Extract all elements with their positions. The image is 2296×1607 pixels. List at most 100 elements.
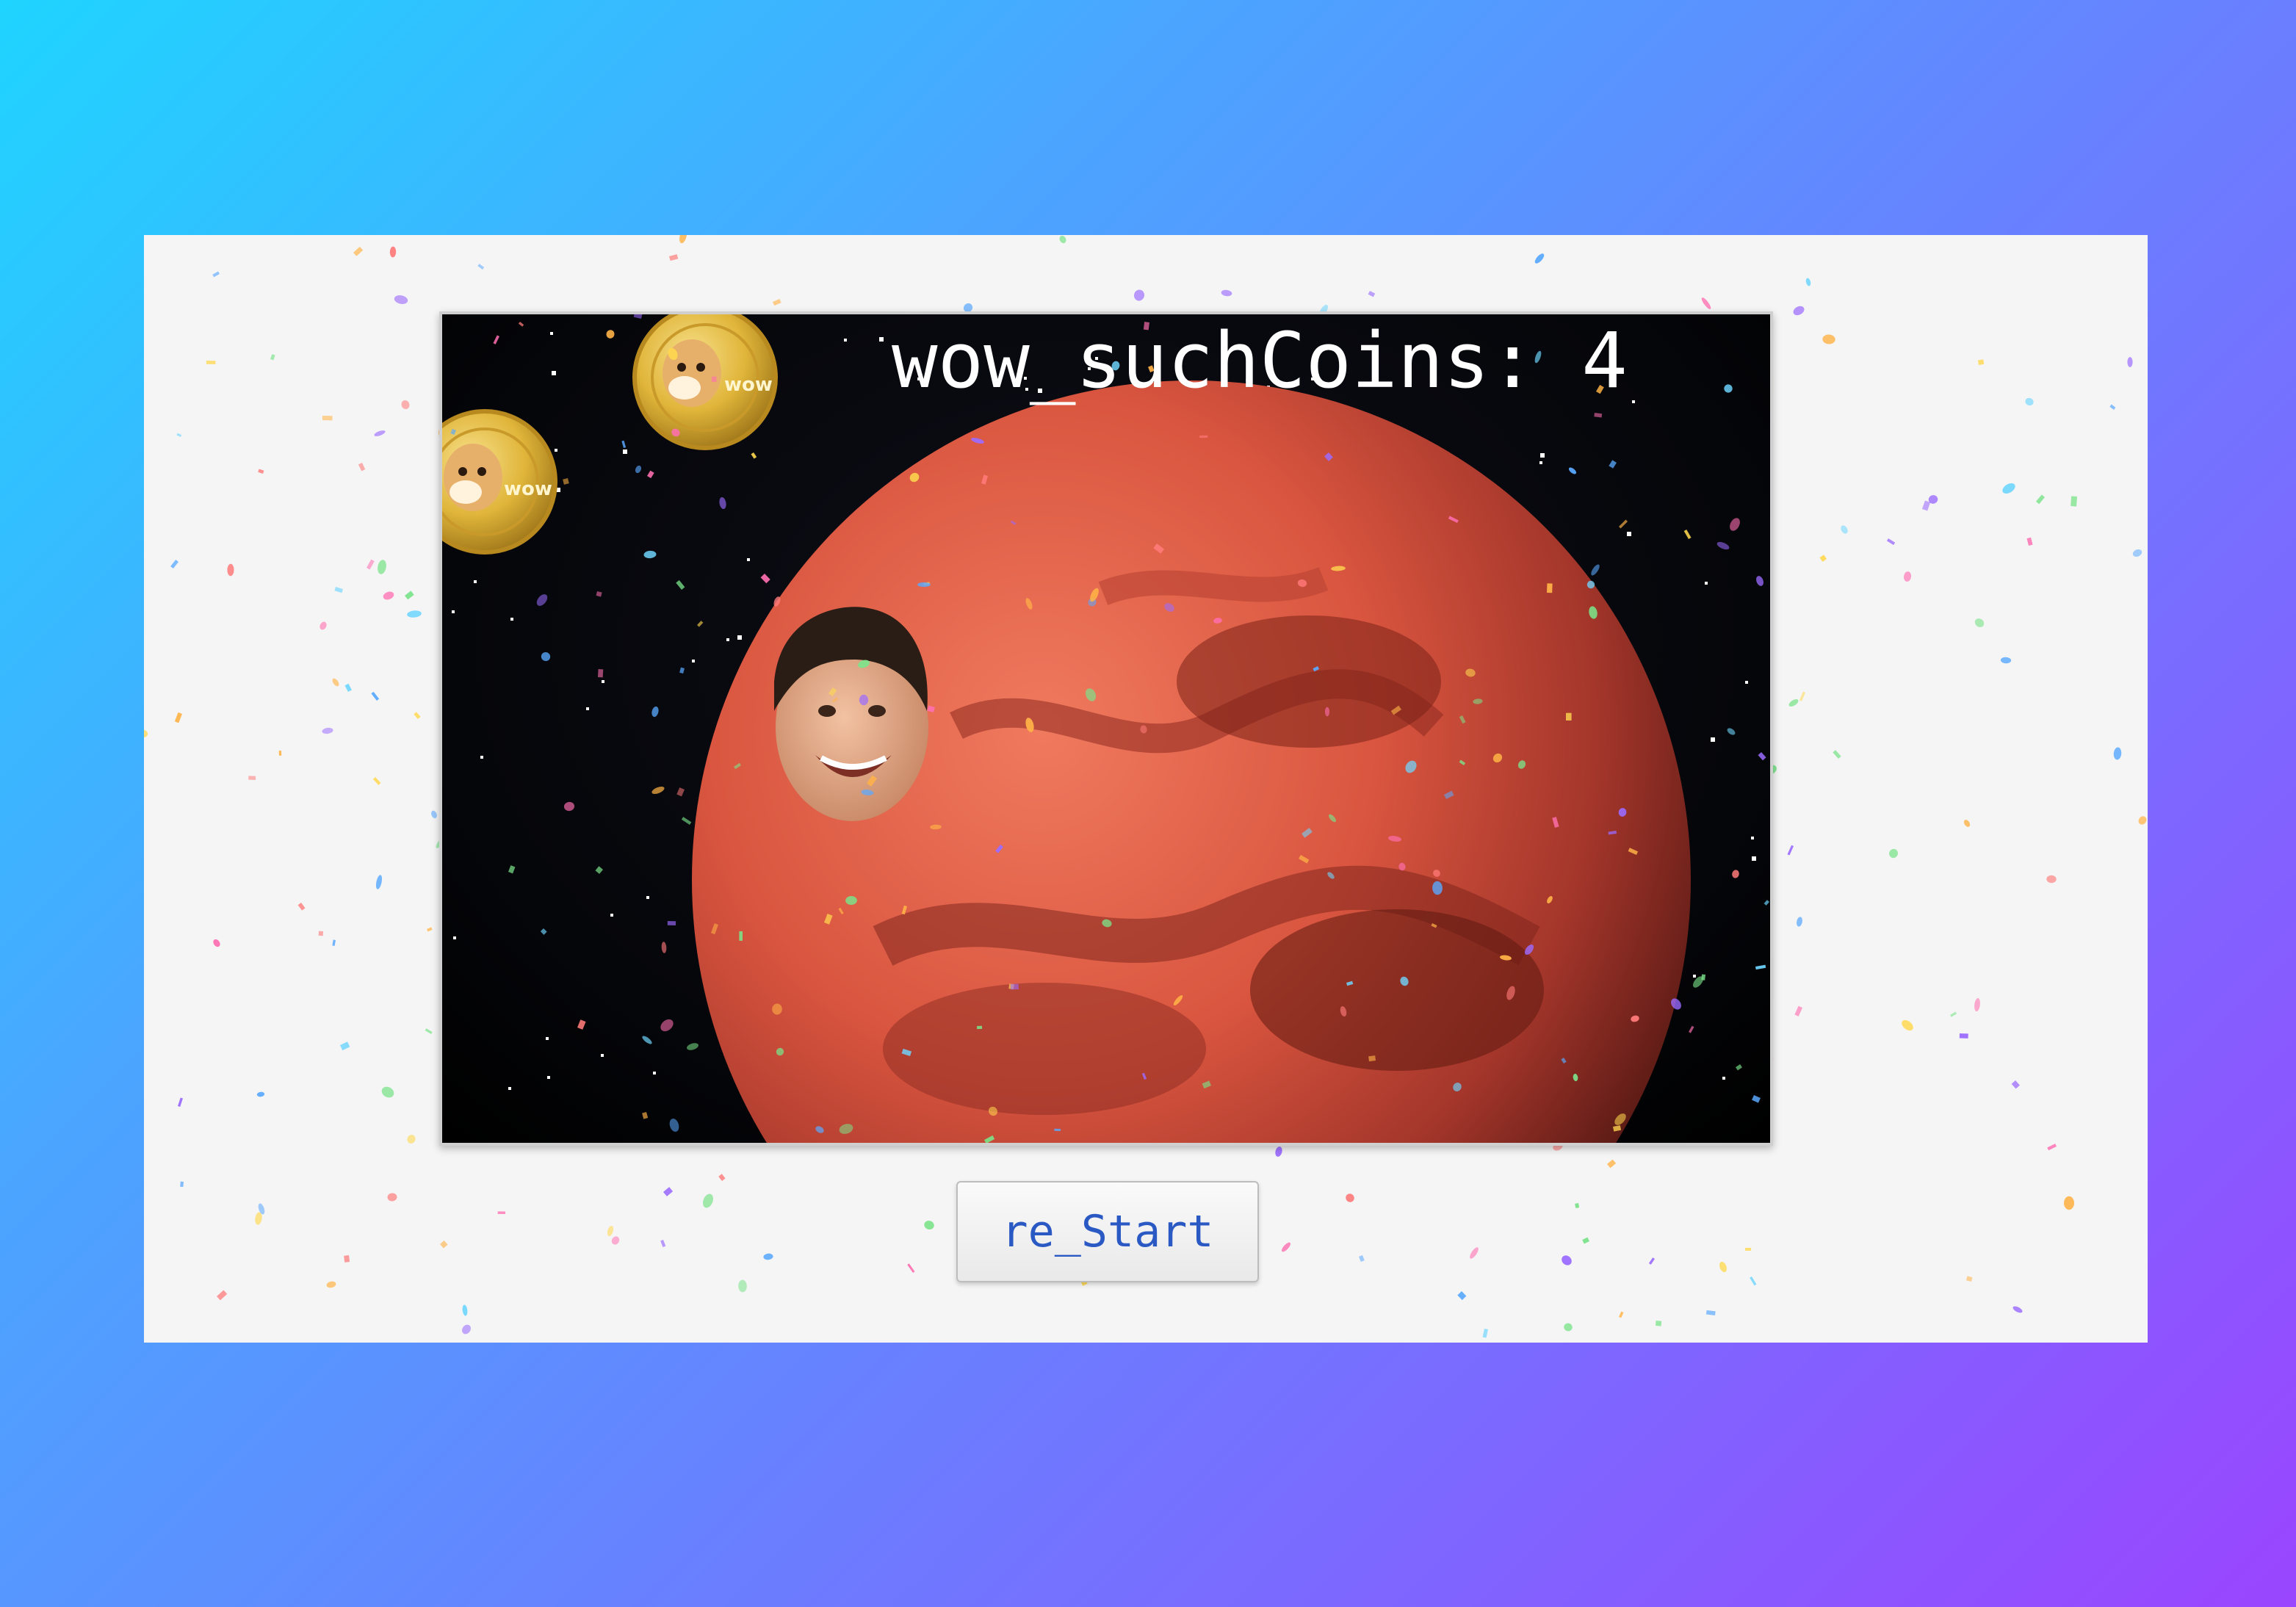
confetti-piece xyxy=(248,776,256,780)
confetti-piece xyxy=(661,942,667,953)
confetti-piece xyxy=(1903,571,1912,582)
confetti-piece xyxy=(2109,404,2116,411)
confetti-piece xyxy=(738,1279,747,1293)
confetti-piece xyxy=(679,235,687,244)
confetti-piece xyxy=(642,1036,652,1044)
star xyxy=(546,1037,549,1040)
confetti-piece xyxy=(1609,460,1617,469)
game-scene: wow wow xyxy=(442,314,1769,1143)
star xyxy=(623,449,627,454)
confetti-piece xyxy=(1701,297,1711,309)
confetti-piece xyxy=(2046,875,2057,884)
confetti-piece xyxy=(1841,525,1848,534)
confetti-piece xyxy=(1732,870,1739,878)
player-face-icon xyxy=(774,607,928,821)
confetti-piece xyxy=(144,729,148,738)
confetti-piece xyxy=(598,669,604,678)
star xyxy=(1711,737,1715,742)
confetti-piece xyxy=(326,1281,336,1288)
confetti-piece xyxy=(917,582,931,588)
game-canvas[interactable]: wow wow wow_suchCoins: 4 xyxy=(439,311,1773,1146)
star xyxy=(646,896,649,899)
confetti-piece xyxy=(676,787,685,797)
confetti-piece xyxy=(1482,1328,1489,1338)
doge-coin-icon: wow xyxy=(632,314,778,450)
confetti-piece xyxy=(2026,537,2033,546)
star xyxy=(1540,453,1545,458)
confetti-piece xyxy=(660,1240,666,1248)
confetti-piece xyxy=(596,591,602,597)
confetti-piece xyxy=(1324,707,1330,717)
confetti-piece xyxy=(425,1028,433,1034)
confetti-piece xyxy=(577,1019,586,1030)
confetti-piece xyxy=(320,621,327,630)
confetti-piece xyxy=(2035,494,2045,505)
star xyxy=(508,1087,511,1090)
confetti-piece xyxy=(1575,1202,1580,1209)
star xyxy=(844,339,847,342)
confetti-piece xyxy=(651,786,665,795)
coin-label: wow xyxy=(724,374,773,396)
confetti-piece xyxy=(374,430,386,436)
star xyxy=(552,371,556,375)
confetti-piece xyxy=(1977,359,1985,366)
confetti-piece xyxy=(1974,618,1985,627)
star xyxy=(1693,975,1696,978)
confetti-piece xyxy=(206,361,216,364)
confetti-piece xyxy=(1788,699,1799,707)
confetti-piece xyxy=(1591,564,1600,576)
confetti-piece xyxy=(212,271,220,278)
confetti-piece xyxy=(2132,549,2142,557)
confetti-piece xyxy=(381,1086,394,1098)
confetti-piece xyxy=(1922,500,1931,511)
confetti-piece xyxy=(1974,997,1980,1012)
star xyxy=(726,638,729,641)
star xyxy=(480,756,483,759)
confetti-piece xyxy=(1582,1237,1589,1244)
confetti-piece xyxy=(679,667,685,674)
confetti-piece xyxy=(318,931,324,936)
confetti-piece xyxy=(2113,747,2122,760)
confetti-piece xyxy=(773,299,781,306)
confetti-piece xyxy=(1752,1094,1761,1103)
confetti-piece xyxy=(1133,289,1145,301)
confetti-piece xyxy=(667,921,676,925)
confetti-piece xyxy=(378,560,386,574)
star xyxy=(747,558,750,561)
star xyxy=(1722,1077,1725,1080)
confetti-piece xyxy=(2000,657,2012,664)
confetti-piece xyxy=(401,400,410,409)
confetti-piece xyxy=(1470,1247,1479,1259)
confetti-piece xyxy=(669,1119,679,1132)
confetti-piece xyxy=(1797,917,1802,927)
confetti-piece xyxy=(2012,1306,2023,1313)
confetti-piece xyxy=(718,1174,726,1181)
confetti-piece xyxy=(407,610,422,618)
confetti-piece xyxy=(681,817,692,825)
confetti-piece xyxy=(1010,983,1019,990)
confetti-piece xyxy=(213,939,220,947)
confetti-piece xyxy=(1368,291,1376,297)
confetti-piece xyxy=(1275,1146,1282,1157)
confetti-piece xyxy=(1719,1261,1727,1273)
confetti-piece xyxy=(1787,845,1794,856)
confetti-piece xyxy=(739,931,743,941)
confetti-piece xyxy=(394,295,408,304)
confetti-piece xyxy=(663,1187,674,1196)
confetti-piece xyxy=(2011,1080,2020,1089)
confetti-piece xyxy=(611,1236,620,1245)
confetti-piece xyxy=(536,594,548,606)
star xyxy=(1751,837,1754,839)
confetti-piece xyxy=(366,559,375,570)
star xyxy=(452,610,455,613)
star xyxy=(1745,681,1748,684)
confetti-piece xyxy=(1368,1055,1376,1062)
confetti-piece xyxy=(462,1324,471,1335)
confetti-piece xyxy=(859,694,869,706)
confetti-piece xyxy=(1281,1242,1291,1252)
restart-button[interactable]: re_Start xyxy=(956,1181,1259,1282)
confetti-piece xyxy=(977,1025,983,1030)
confetti-piece xyxy=(375,875,383,889)
confetti-piece xyxy=(1793,306,1805,316)
confetti-piece xyxy=(176,433,182,437)
